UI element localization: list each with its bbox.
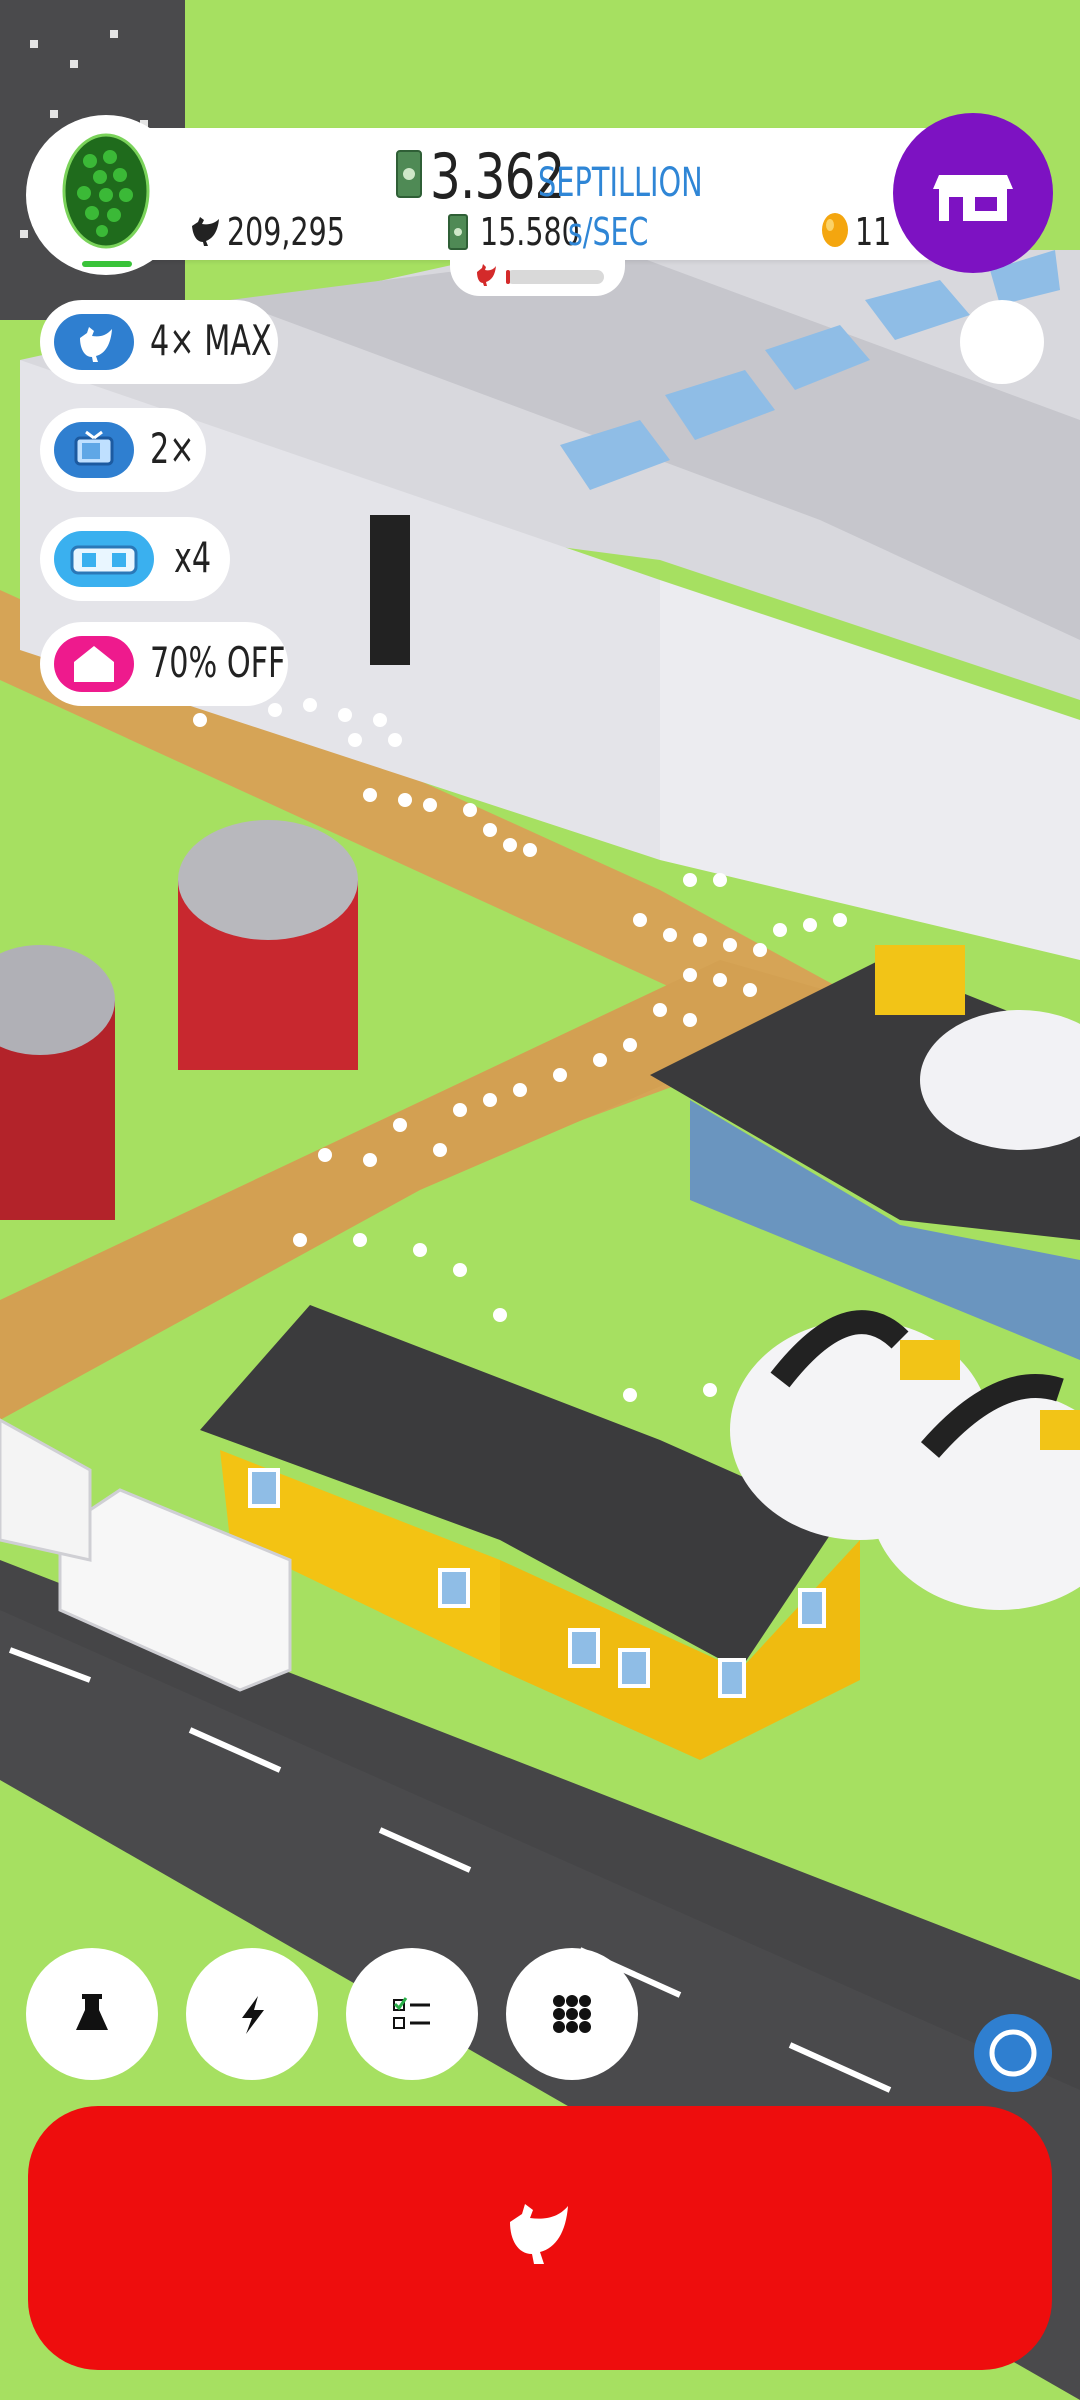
cash-icon [396,150,422,198]
boost-video-2x[interactable]: 2× [40,408,206,492]
chicken-icon [80,327,112,362]
drone-progress-track [506,270,604,284]
earning-rate-unit: s/SEC [568,210,649,254]
shop-icon [933,175,1013,221]
drone-progress-tab [450,256,625,296]
boost-chicken-max[interactable]: 4× MAX [40,300,278,384]
flask-icon [76,1994,108,2030]
hatch-chicken-button[interactable] [28,2106,1052,2370]
truck-trailer-2 [0,1418,92,1562]
boost-label: 70% OFF [150,638,286,687]
shop-button[interactable] [893,113,1053,273]
game-controller-icon [70,545,138,575]
notification-bubble[interactable] [960,300,1044,384]
golden-egg-count: 11 [855,210,892,254]
chicken-icon [510,2204,568,2264]
boost-play-x4[interactable]: x4 [40,517,230,601]
green-hex-egg-icon [62,133,150,267]
boost-label: 2× [150,424,195,473]
chicken-count: 209,295 [227,210,345,254]
missions-button[interactable] [346,1948,478,2080]
cash-small-icon [448,214,468,250]
research-button[interactable] [26,1948,158,2080]
grid-icon [553,1995,591,2033]
drone-progress-fill [506,270,510,284]
house-icon [74,646,114,682]
boost-label: x4 [174,533,212,582]
drone-chicken-icon [477,264,496,286]
egg-type-button[interactable] [26,115,186,275]
money-unit: SEPTILLION [538,160,703,206]
video-icon [74,430,114,466]
boosts-button[interactable] [186,1948,318,2080]
checklist-icon [393,1997,430,2029]
golden-egg-icon [822,213,848,247]
lightning-icon [242,1996,264,2034]
earning-rate: 15.580 [480,210,580,254]
floating-circle-button[interactable] [974,2014,1052,2092]
boost-discount[interactable]: 70% OFF [40,622,288,706]
boost-label: 4× MAX [150,316,272,365]
menu-button[interactable] [506,1948,638,2080]
chicken-icon [192,217,219,246]
ring-icon [989,2029,1037,2077]
